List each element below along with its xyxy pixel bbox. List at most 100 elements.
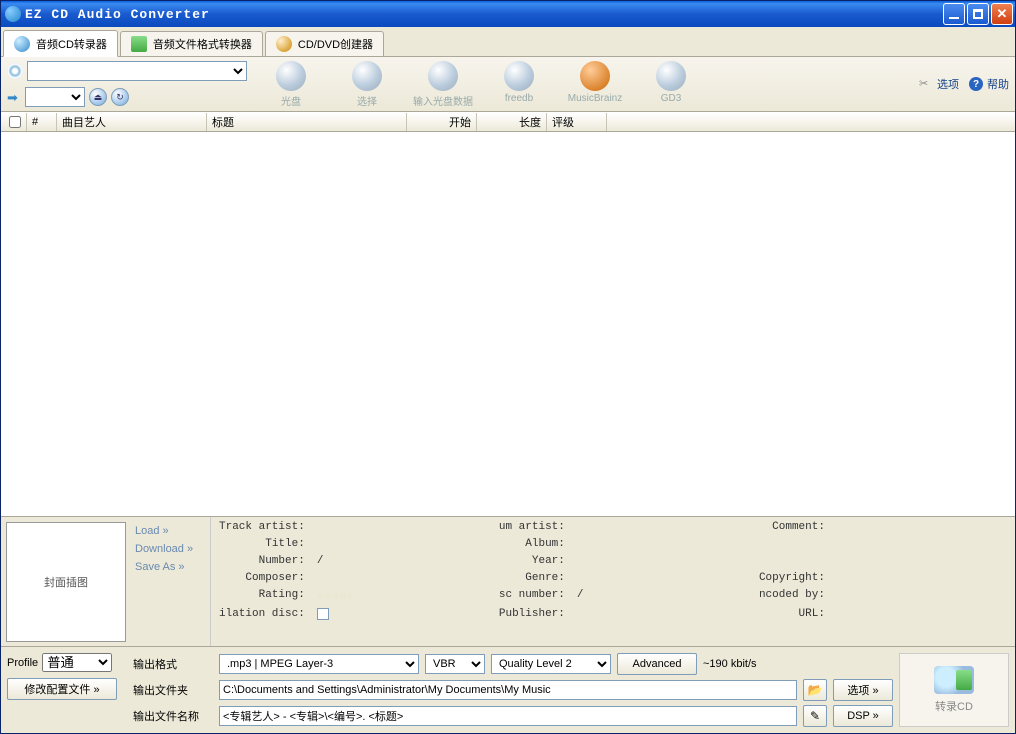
- rip-icon: [934, 666, 974, 694]
- track-artist-label: Track artist:: [219, 521, 305, 533]
- cover-art[interactable]: 封面插图: [6, 522, 126, 642]
- burn-icon: [276, 36, 292, 52]
- folder-options-button[interactable]: 选项 »: [833, 679, 893, 701]
- col-rating[interactable]: 评级: [547, 113, 607, 131]
- profile-label: Profile: [7, 657, 38, 669]
- tab-label: 音频文件格式转换器: [153, 36, 252, 52]
- table-header: # 曲目艺人 标题 开始 长度 评级: [1, 112, 1015, 132]
- cd-icon: [14, 36, 30, 52]
- toolbar: ➡ ⏏ ↻ 光盘 选择 输入光盘数据 freedb MusicBrainz GD…: [1, 57, 1015, 112]
- url-value[interactable]: [837, 608, 1007, 624]
- select-big-icon: [352, 61, 382, 91]
- drive-select[interactable]: [27, 61, 247, 81]
- help-icon: ?: [969, 77, 983, 91]
- title-value[interactable]: [317, 538, 487, 550]
- tab-disc-burner[interactable]: CD/DVD创建器: [265, 31, 384, 56]
- window-title: EZ CD Audio Converter: [25, 7, 943, 22]
- convert-icon: [131, 36, 147, 52]
- publisher-value[interactable]: [577, 608, 747, 624]
- tab-cd-ripper[interactable]: 音频CD转录器: [3, 30, 118, 57]
- number-value[interactable]: /: [317, 555, 487, 567]
- gd3-button[interactable]: GD3: [641, 61, 701, 108]
- load-cover-link[interactable]: Load »: [135, 525, 206, 537]
- input-big-icon: [428, 61, 458, 91]
- freedb-icon: [504, 61, 534, 91]
- eject-button[interactable]: ⏏: [89, 88, 107, 106]
- discnum-label: sc number:: [499, 589, 565, 603]
- dsp-button[interactable]: DSP »: [833, 705, 893, 727]
- format-select[interactable]: .mp3 | MPEG Layer-3: [219, 654, 419, 674]
- wrench-icon: ✂: [919, 77, 933, 91]
- help-link[interactable]: ?帮助: [969, 76, 1009, 92]
- options-link[interactable]: ✂选项: [919, 76, 959, 92]
- output-name-input[interactable]: [219, 706, 797, 726]
- rating-stars[interactable]: ☆☆☆☆☆: [317, 589, 487, 603]
- col-start[interactable]: 开始: [407, 113, 477, 131]
- rating-label: Rating:: [219, 589, 305, 603]
- titlebar: EZ CD Audio Converter ✕: [1, 1, 1015, 27]
- number-label: Number:: [219, 555, 305, 567]
- composer-label: Composer:: [219, 572, 305, 584]
- select-button[interactable]: 选择: [337, 61, 397, 108]
- album-artist-value[interactable]: [577, 521, 747, 533]
- discnum-value[interactable]: /: [577, 589, 747, 603]
- edit-profile-button[interactable]: 修改配置文件 »: [7, 678, 117, 700]
- title-label: Title:: [219, 538, 305, 550]
- tab-label: 音频CD转录器: [36, 36, 107, 52]
- album-label: Album:: [499, 538, 565, 550]
- url-label: URL:: [759, 608, 825, 624]
- refresh-button[interactable]: ↻: [111, 88, 129, 106]
- close-button[interactable]: ✕: [991, 3, 1013, 25]
- col-title[interactable]: 标题: [207, 113, 407, 131]
- download-cover-link[interactable]: Download »: [135, 543, 206, 555]
- album-value[interactable]: [577, 538, 747, 550]
- minimize-button[interactable]: [943, 3, 965, 25]
- col-artist[interactable]: 曲目艺人: [57, 113, 207, 131]
- output-name-label: 输出文件名称: [133, 708, 213, 724]
- output-panel: Profile 普通 修改配置文件 » 输出格式 .mp3 | MPEG Lay…: [1, 646, 1015, 733]
- encodedby-value[interactable]: [837, 589, 1007, 603]
- col-length[interactable]: 长度: [477, 113, 547, 131]
- tab-audio-converter[interactable]: 音频文件格式转换器: [120, 31, 263, 56]
- disc-big-icon: [276, 61, 306, 91]
- freedb-button[interactable]: freedb: [489, 61, 549, 108]
- copyright-value[interactable]: [837, 572, 1007, 584]
- copyright-label: Copyright:: [759, 572, 825, 584]
- bitrate-label: ~190 kbit/s: [703, 658, 757, 670]
- genre-label: Genre:: [499, 572, 565, 584]
- browse-folder-button[interactable]: 📂: [803, 679, 827, 701]
- rip-cd-button[interactable]: 转录CD: [899, 653, 1009, 727]
- comment-value[interactable]: [837, 521, 1007, 533]
- disc-icon: [7, 63, 23, 79]
- encodedby-label: ncoded by:: [759, 589, 825, 603]
- input-data-button[interactable]: 输入光盘数据: [413, 61, 473, 108]
- quality-select[interactable]: Quality Level 2: [491, 654, 611, 674]
- metadata-panel: 封面插图 Load » Download » Save As » Track a…: [1, 516, 1015, 646]
- composer-value[interactable]: [317, 572, 487, 584]
- mode-select[interactable]: VBR: [425, 654, 485, 674]
- year-label: Year:: [499, 555, 565, 567]
- musicbrainz-button[interactable]: MusicBrainz: [565, 61, 625, 108]
- track-artist-value[interactable]: [317, 521, 487, 533]
- maximize-button[interactable]: [967, 3, 989, 25]
- disc-button[interactable]: 光盘: [261, 61, 321, 108]
- output-folder-input[interactable]: [219, 680, 797, 700]
- genre-value[interactable]: [577, 572, 747, 584]
- comment-label: Comment:: [759, 521, 825, 533]
- output-format-label: 输出格式: [133, 656, 213, 672]
- album-artist-label: um artist:: [499, 521, 565, 533]
- compilation-checkbox[interactable]: [317, 608, 329, 620]
- select-all-checkbox[interactable]: [9, 116, 21, 128]
- arrow-right-icon: ➡: [7, 90, 21, 104]
- app-icon: [5, 6, 21, 22]
- saveas-cover-link[interactable]: Save As »: [135, 561, 206, 573]
- year-value[interactable]: [577, 555, 747, 567]
- output-folder-label: 输出文件夹: [133, 682, 213, 698]
- main-tabs: 音频CD转录器 音频文件格式转换器 CD/DVD创建器: [1, 27, 1015, 57]
- speed-select[interactable]: [25, 87, 85, 107]
- col-number[interactable]: #: [27, 113, 57, 131]
- profile-select[interactable]: 普通: [42, 653, 112, 672]
- tab-label: CD/DVD创建器: [298, 36, 373, 52]
- advanced-button[interactable]: Advanced: [617, 653, 697, 675]
- name-pattern-button[interactable]: ✎: [803, 705, 827, 727]
